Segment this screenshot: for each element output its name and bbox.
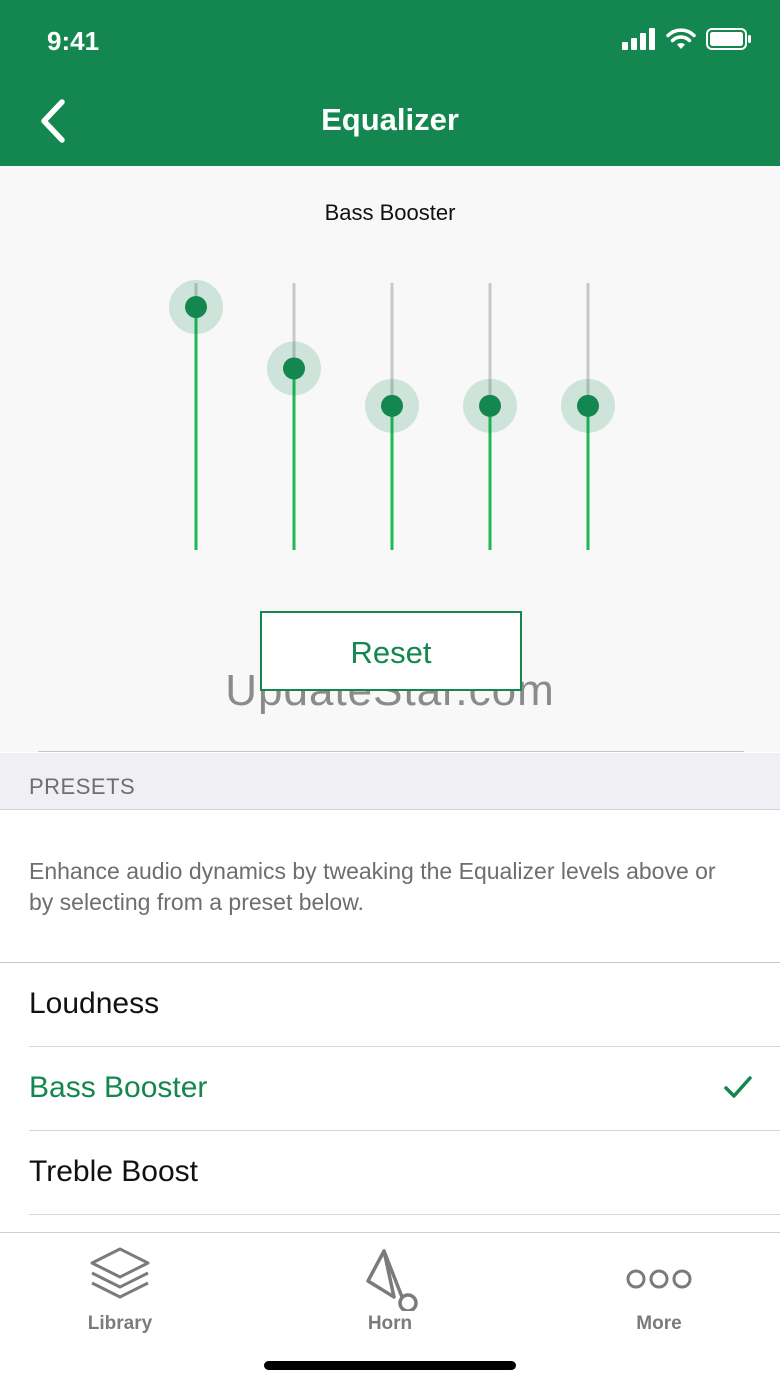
tab-horn[interactable]: Horn: [260, 1233, 520, 1343]
presets-description-cell: Enhance audio dynamics by tweaking the E…: [0, 810, 780, 963]
divider: [38, 751, 744, 752]
more-icon: [626, 1269, 692, 1289]
preset-item-label: Treble Boost: [29, 1155, 198, 1188]
presets-description: Enhance audio dynamics by tweaking the E…: [29, 858, 716, 915]
preset-item-label: Loudness: [29, 987, 160, 1020]
preset-list: Loudness Bass Booster Treble Boost: [0, 963, 780, 1215]
presets-section-header: PRESETS: [0, 753, 780, 810]
home-indicator: [264, 1361, 516, 1370]
slider-thumb[interactable]: [479, 394, 501, 417]
status-time: 9:41: [47, 26, 100, 56]
eq-band-slider[interactable]: [463, 283, 517, 550]
preset-item-loudness[interactable]: Loudness: [29, 963, 780, 1047]
slider-thumb[interactable]: [185, 296, 207, 319]
page-title: Equalizer: [321, 102, 459, 137]
checkmark-icon: [724, 1076, 752, 1098]
tab-library[interactable]: Library: [0, 1233, 250, 1343]
preset-item-bass-booster[interactable]: Bass Booster: [29, 1047, 780, 1131]
preset-item-treble-boost[interactable]: Treble Boost: [29, 1131, 780, 1215]
nav-header: 9:41 Equalizer: [0, 0, 780, 166]
eq-band-slider[interactable]: [267, 283, 321, 550]
tab-more[interactable]: More: [529, 1233, 780, 1343]
tab-label: Horn: [367, 1313, 413, 1334]
wifi-icon: [666, 28, 696, 49]
eq-band-slider[interactable]: [169, 280, 223, 550]
status-icons: [622, 28, 752, 50]
battery-icon: [706, 28, 751, 50]
slider-thumb[interactable]: [283, 357, 305, 380]
slider-thumb[interactable]: [577, 394, 599, 417]
reset-button[interactable]: Reset: [260, 611, 522, 691]
layers-icon: [90, 1247, 150, 1299]
eq-band-slider[interactable]: [365, 283, 419, 550]
equalizer-panel: Bass Booster UpdateStar.com Reset: [0, 166, 780, 752]
eq-band-slider[interactable]: [561, 283, 615, 550]
signal-icon: [622, 28, 655, 50]
presets-section-title: PRESETS: [29, 774, 136, 799]
horn-icon: [366, 1249, 418, 1311]
preset-item-label: Bass Booster: [29, 1071, 208, 1104]
tab-label: More: [636, 1313, 682, 1334]
tab-label: Library: [87, 1313, 153, 1334]
slider-thumb[interactable]: [381, 394, 403, 417]
